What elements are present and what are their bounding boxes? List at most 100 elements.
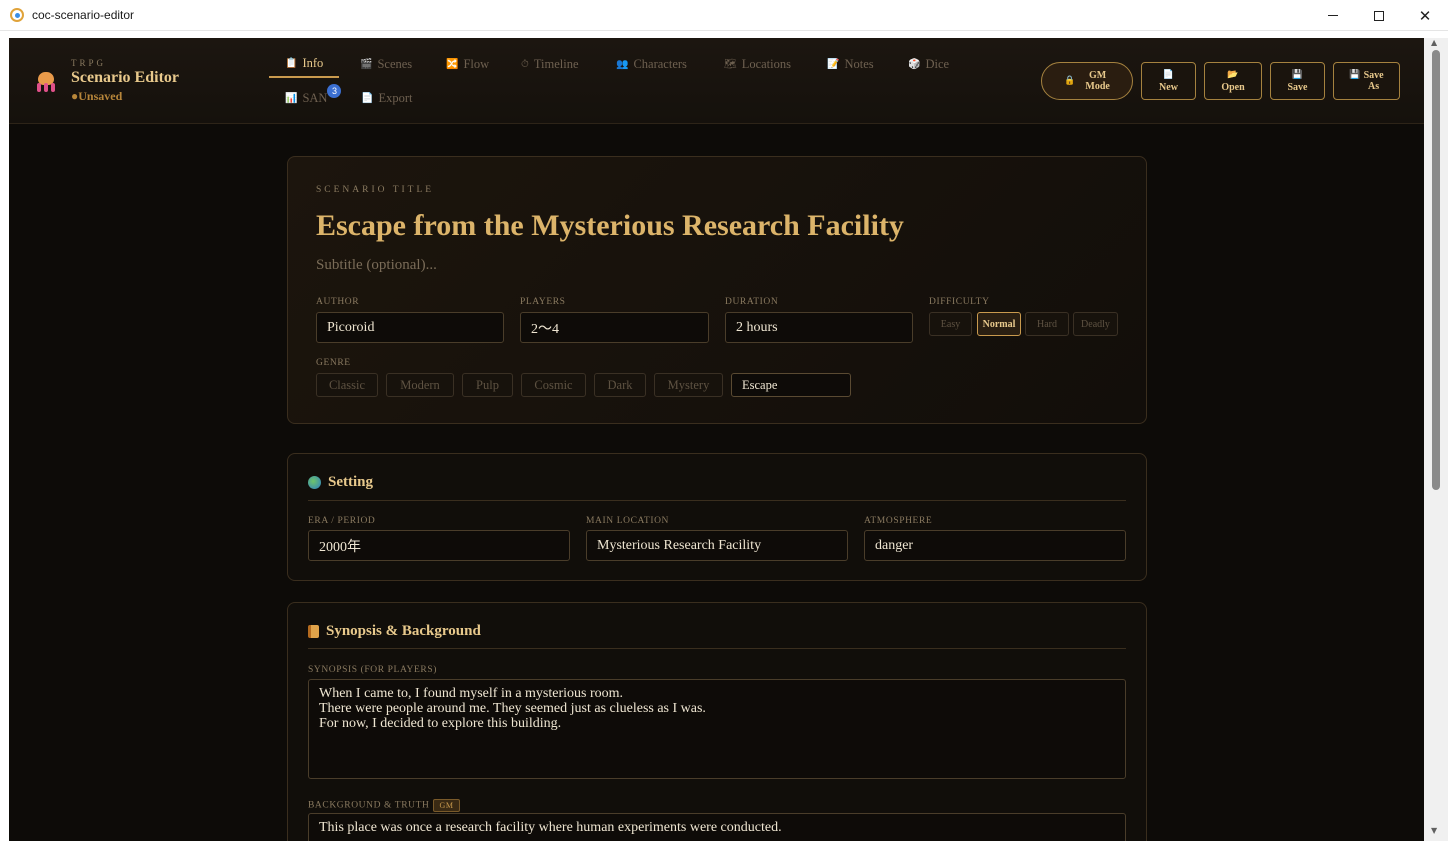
tab-label: Characters	[633, 56, 687, 71]
window-titlebar: coc-scenario-editor ✕	[0, 0, 1448, 31]
save-as-button[interactable]: 💾 Save As	[1333, 62, 1400, 100]
genre-mystery[interactable]: Mystery	[654, 373, 723, 397]
tab-label: Dice	[925, 56, 950, 71]
genre-custom-input[interactable]: Escape	[731, 373, 851, 397]
tab-export[interactable]: 📄 Export	[345, 84, 428, 112]
era-field[interactable]: 2000年	[308, 530, 570, 561]
scenario-title-card: SCENARIO TITLE Escape from the Mysteriou…	[287, 156, 1147, 424]
players-label: PLAYERS	[520, 297, 566, 307]
tab-label: Info	[302, 55, 324, 70]
tab-label: SAN	[302, 90, 328, 105]
save-button[interactable]: 💾 Save	[1270, 62, 1325, 100]
globe-icon	[308, 476, 321, 489]
background-label: BACKGROUND & TRUTH GM	[308, 799, 460, 812]
tab-info[interactable]: 📋 Info	[269, 50, 340, 78]
divider	[308, 648, 1126, 649]
duration-field[interactable]: 2 hours	[725, 312, 913, 343]
background-textarea[interactable]: This place was once a research facility …	[308, 813, 1126, 841]
players-field[interactable]: 2～4	[520, 312, 709, 343]
scenario-title-kicker: SCENARIO TITLE	[316, 185, 435, 195]
shuffle-icon: 🔀	[446, 58, 459, 70]
vertical-scrollbar[interactable]: ▲ ▼	[1424, 38, 1448, 841]
tab-san[interactable]: 📊 SAN 3	[269, 84, 342, 112]
atmosphere-label: ATMOSPHERE	[864, 516, 933, 526]
difficulty-label: DIFFICULTY	[929, 297, 990, 307]
minimize-button[interactable]	[1310, 0, 1356, 31]
scroll-up-icon[interactable]: ▲	[1431, 38, 1437, 47]
san-count-badge: 3	[327, 84, 342, 98]
app-root: TRPG Scenario Editor ●Unsaved 📋 Info 🎬 Sce…	[9, 38, 1433, 841]
duration-label: DURATION	[725, 297, 779, 307]
maximize-button[interactable]	[1356, 0, 1402, 31]
difficulty-deadly[interactable]: Deadly	[1073, 312, 1118, 336]
close-button[interactable]: ✕	[1402, 0, 1448, 31]
divider	[308, 500, 1126, 501]
minimize-icon	[1328, 15, 1338, 16]
author-field[interactable]: Picoroid	[316, 312, 504, 343]
setting-heading: Setting	[308, 474, 373, 491]
tab-notes[interactable]: 📝 Notes	[811, 50, 890, 78]
tab-timeline[interactable]: ⏱ Timeline	[505, 50, 595, 78]
scrollbar-thumb[interactable]	[1432, 50, 1440, 490]
floppy-icon: 💾	[1291, 69, 1304, 80]
open-label: Open	[1221, 81, 1245, 93]
save-as-label-1: Save	[1363, 70, 1384, 81]
main-location-label: MAIN LOCATION	[586, 516, 670, 526]
brand: TRPG Scenario Editor ●Unsaved	[35, 58, 179, 104]
difficulty-hard[interactable]: Hard	[1025, 312, 1069, 336]
tab-label: Locations	[741, 56, 791, 71]
save-label: Save	[1287, 81, 1308, 93]
clapper-icon: 🎬	[360, 58, 373, 70]
tab-dice[interactable]: 🎲 Dice	[892, 50, 965, 78]
tab-label: Notes	[844, 56, 874, 71]
setting-heading-text: Setting	[328, 474, 373, 490]
scroll-down-icon[interactable]: ▼	[1431, 826, 1437, 835]
background-label-text: BACKGROUND & TRUTH	[308, 800, 430, 811]
tab-flow[interactable]: 🔀 Flow	[430, 50, 505, 78]
genre-dark[interactable]: Dark	[594, 373, 646, 397]
new-button[interactable]: 📄 New	[1141, 62, 1196, 100]
octopus-logo-icon	[35, 72, 57, 94]
folder-icon: 📂	[1227, 69, 1239, 80]
era-label: ERA / PERIOD	[308, 516, 376, 526]
genre-cosmic[interactable]: Cosmic	[521, 373, 586, 397]
tab-scenes[interactable]: 🎬 Scenes	[344, 50, 428, 78]
genre-classic[interactable]: Classic	[316, 373, 378, 397]
tab-label: Export	[378, 90, 413, 105]
difficulty-normal[interactable]: Normal	[977, 312, 1021, 336]
lock-icon: 🔒	[1064, 75, 1076, 86]
genre-modern[interactable]: Modern	[386, 373, 454, 397]
open-button[interactable]: 📂 Open	[1204, 62, 1262, 100]
bar-chart-icon: 📊	[285, 92, 298, 104]
tab-characters[interactable]: 👥 Characters	[600, 50, 703, 78]
tab-locations[interactable]: 🗺 Locations	[708, 50, 807, 78]
scenario-title-input[interactable]: Escape from the Mysterious Research Faci…	[316, 209, 904, 243]
difficulty-easy[interactable]: Easy	[929, 312, 972, 336]
memo-icon: 📝	[827, 58, 840, 70]
genre-label: GENRE	[316, 358, 351, 368]
gm-mode-button[interactable]: 🔒 GM Mode	[1041, 62, 1133, 100]
close-icon: ✕	[1418, 6, 1432, 25]
genre-pulp[interactable]: Pulp	[462, 373, 513, 397]
synopsis-heading: Synopsis & Background	[308, 623, 481, 640]
synopsis-textarea[interactable]: When I came to, I found myself in a myst…	[308, 679, 1126, 779]
gm-only-badge: GM	[433, 799, 460, 812]
author-label: AUTHOR	[316, 297, 360, 307]
gm-mode-label-2: Mode	[1085, 81, 1110, 92]
tab-label: Scenes	[377, 56, 413, 71]
floppy-icon: 💾	[1349, 69, 1361, 80]
maximize-icon	[1374, 10, 1384, 21]
main-location-field[interactable]: Mysterious Research Facility	[586, 530, 848, 561]
app-header: TRPG Scenario Editor ●Unsaved 📋 Info 🎬 Sce…	[9, 38, 1433, 124]
new-label: New	[1159, 81, 1178, 93]
subtitle-input[interactable]: Subtitle (optional)...	[316, 257, 437, 274]
atmosphere-field[interactable]: danger	[864, 530, 1126, 561]
synopsis-label: SYNOPSIS (FOR PLAYERS)	[308, 665, 437, 675]
gm-mode-label-1: GM	[1088, 70, 1107, 81]
synopsis-heading-text: Synopsis & Background	[326, 623, 481, 639]
timer-icon: ⏱	[521, 58, 529, 70]
tab-label: Flow	[463, 56, 490, 71]
new-file-icon: 📄	[1162, 69, 1175, 80]
synopsis-card: Synopsis & Background SYNOPSIS (FOR PLAY…	[287, 602, 1147, 841]
app-icon	[10, 8, 24, 22]
